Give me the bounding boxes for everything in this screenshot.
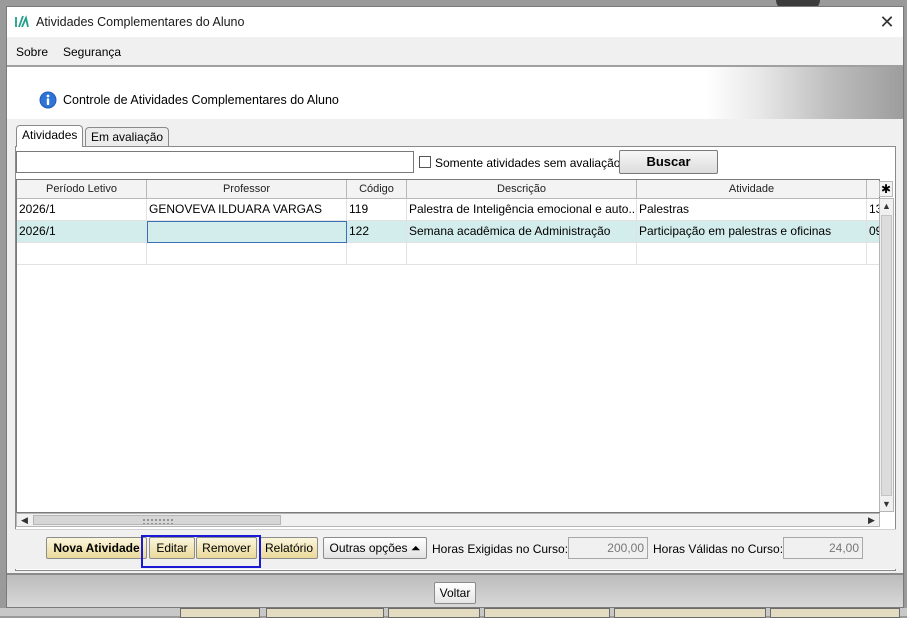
buscar-button[interactable]: Buscar — [619, 150, 718, 174]
cell-periodo: 2026/1 — [17, 221, 147, 243]
cell-descricao: Palestra de Inteligência emocional e aut… — [407, 199, 637, 221]
table-row-empty[interactable] — [17, 243, 879, 265]
cell-atividade: Participação em palestras e oficinas — [637, 221, 867, 243]
background-tab — [614, 608, 766, 618]
column-header-codigo[interactable]: Código — [347, 180, 407, 199]
cell-atividade: Palestras — [637, 199, 867, 221]
column-header-periodo[interactable]: Período Letivo — [17, 180, 147, 199]
background-tab — [266, 608, 384, 618]
activities-table[interactable]: Período Letivo Professor Código Descriçã… — [16, 179, 880, 513]
scroll-grip — [142, 518, 174, 524]
horas-validas-label: Horas Válidas no Curso: — [653, 542, 784, 556]
sem-avaliacao-label: Somente atividades sem avaliação — [435, 156, 621, 170]
cell-empty — [147, 243, 347, 265]
menu-item-seguranca[interactable]: Segurança — [63, 45, 121, 59]
app-logo-icon — [15, 15, 29, 28]
tab-atividades[interactable]: Atividades — [16, 125, 84, 147]
background-tab — [388, 608, 480, 618]
remover-button[interactable]: Remover — [196, 537, 257, 559]
horas-exigidas-field: 200,00 — [568, 537, 648, 559]
title-bar: Atividades Complementares do Aluno ✕ — [7, 7, 903, 37]
vertical-scrollbar[interactable]: ▲ ▼ — [879, 198, 894, 512]
column-header-atividade[interactable]: Atividade — [637, 180, 867, 199]
scroll-right-icon[interactable]: ▶ — [865, 513, 878, 527]
cell-empty — [407, 243, 637, 265]
info-icon — [39, 91, 57, 109]
table-row[interactable]: 2026/1 GENOVEVA ILDUARA VARGAS 119 Pales… — [17, 199, 879, 221]
search-input[interactable] — [16, 151, 414, 173]
close-icon[interactable]: ✕ — [877, 12, 897, 32]
cell-empty — [17, 243, 147, 265]
table-row-selected[interactable]: 2026/1 122 Semana acadêmica de Administr… — [17, 221, 879, 243]
outras-opcoes-button[interactable]: Outras opções ⏶ — [323, 537, 427, 559]
cell-empty — [347, 243, 407, 265]
horizontal-scroll-thumb[interactable] — [33, 515, 281, 525]
tab-em-avaliacao-label: Em avaliação — [91, 130, 164, 144]
window-title: Atividades Complementares do Aluno — [36, 15, 245, 29]
dialog-window: Atividades Complementares do Aluno ✕ Sob… — [6, 6, 904, 608]
menu-item-sobre-label: Sobre — [16, 45, 49, 59]
action-toolbar: Nova Atividade Editar Remover Relatório … — [15, 529, 896, 569]
column-header-descricao[interactable]: Descrição — [407, 180, 637, 199]
background-tab — [770, 608, 900, 618]
cell-professor: GENOVEVA ILDUARA VARGAS — [147, 199, 347, 221]
scroll-up-icon[interactable]: ▲ — [880, 199, 893, 213]
column-header-professor[interactable]: Professor — [147, 180, 347, 199]
menu-item-seguranca-label: Segurança — [63, 45, 122, 59]
horizontal-scrollbar[interactable]: ◀ ▶ — [16, 513, 880, 527]
cell-codigo: 119 — [347, 199, 407, 221]
tab-atividades-label: Atividades — [22, 128, 78, 142]
background-tab — [484, 608, 610, 618]
sem-avaliacao-checkbox[interactable] — [419, 156, 431, 168]
cell-descricao: Semana acadêmica de Administração — [407, 221, 637, 243]
nova-atividade-button[interactable]: Nova Atividade — [46, 537, 147, 559]
editar-button[interactable]: Editar — [149, 537, 195, 559]
cell-codigo: 122 — [347, 221, 407, 243]
column-settings-gear-icon[interactable]: ✱ — [879, 181, 893, 197]
menu-bar: Sobre Segurança — [7, 38, 903, 65]
voltar-button[interactable]: Voltar — [434, 582, 476, 604]
menu-item-sobre[interactable]: Sobre — [16, 45, 48, 59]
horas-exigidas-label: Horas Exigidas no Curso: — [432, 542, 569, 556]
tab-em-avaliacao[interactable]: Em avaliação — [85, 127, 170, 147]
table-header: Período Letivo Professor Código Descriçã… — [17, 180, 879, 199]
cell-professor-editing[interactable] — [147, 221, 347, 243]
cell-empty — [637, 243, 867, 265]
scroll-down-icon[interactable]: ▼ — [880, 497, 893, 511]
vertical-scroll-thumb[interactable] — [881, 215, 892, 496]
cell-periodo: 2026/1 — [17, 199, 147, 221]
relatorio-button[interactable]: Relatório — [260, 537, 318, 559]
header-panel: Controle de Atividades Complementares do… — [7, 67, 903, 119]
bottom-bar: Voltar — [7, 575, 903, 607]
page-title: Controle de Atividades Complementares do… — [63, 93, 339, 107]
horas-validas-field: 24,00 — [783, 537, 863, 559]
background-tab — [180, 608, 260, 618]
scroll-left-icon[interactable]: ◀ — [18, 513, 31, 527]
